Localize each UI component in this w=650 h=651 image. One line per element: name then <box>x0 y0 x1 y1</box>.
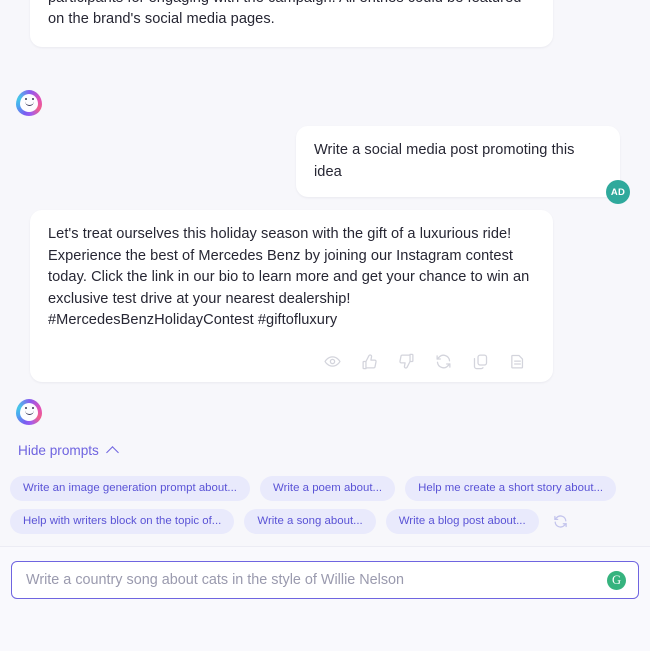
prompt-chip[interactable]: Write a song about... <box>244 509 376 534</box>
prompt-chip[interactable]: Write an image generation prompt about..… <box>10 476 250 501</box>
message-action-bar <box>48 352 535 372</box>
chevron-up-icon <box>105 445 119 459</box>
thumbs-down-icon[interactable] <box>396 352 416 372</box>
prompt-suggestions-panel: Hide prompts Write an image generation p… <box>0 442 650 534</box>
grammarly-icon[interactable]: G <box>607 570 626 590</box>
chat-message-list[interactable]: Additionally, special rewards and discou… <box>0 0 650 546</box>
prompt-chip[interactable]: Write a blog post about... <box>385 509 539 534</box>
eye-icon[interactable] <box>322 352 342 372</box>
assistant-message-text: Let's treat ourselves this holiday seaso… <box>48 226 530 328</box>
prompt-chip-row: Help with writers block on the topic of.… <box>10 509 650 534</box>
assistant-message-bubble: Additionally, special rewards and discou… <box>30 0 553 47</box>
chat-input[interactable] <box>12 572 607 588</box>
user-message-bubble: Write a social media post promoting this… <box>296 126 620 197</box>
prompt-chip[interactable]: Write a poem about... <box>260 476 396 501</box>
hide-prompts-label: Hide prompts <box>18 443 99 458</box>
regenerate-icon[interactable] <box>433 352 453 372</box>
thumbs-up-icon[interactable] <box>359 352 379 372</box>
document-icon[interactable] <box>507 352 527 372</box>
assistant-avatar-icon <box>16 399 42 425</box>
user-avatar: AD <box>606 180 630 204</box>
hide-prompts-toggle[interactable]: Hide prompts <box>18 443 119 459</box>
assistant-message-bubble: Let's treat ourselves this holiday seaso… <box>30 210 553 382</box>
user-message-text: Write a social media post promoting this… <box>314 142 575 180</box>
prompt-chip-row: Write an image generation prompt about..… <box>10 476 650 501</box>
composer-bar: G Clear chat <box>0 546 650 651</box>
copy-icon[interactable] <box>470 352 490 372</box>
chat-input-shell[interactable]: G <box>11 561 639 599</box>
prompt-chip[interactable]: Help with writers block on the topic of.… <box>10 509 235 534</box>
assistant-avatar-face-icon <box>24 406 34 415</box>
assistant-message-text: Additionally, special rewards and discou… <box>48 0 521 27</box>
prompt-chip[interactable]: Help me create a short story about... <box>405 476 617 501</box>
assistant-avatar-face-icon <box>24 97 34 106</box>
shuffle-prompts-icon[interactable] <box>552 513 569 530</box>
assistant-avatar-icon <box>16 90 42 116</box>
